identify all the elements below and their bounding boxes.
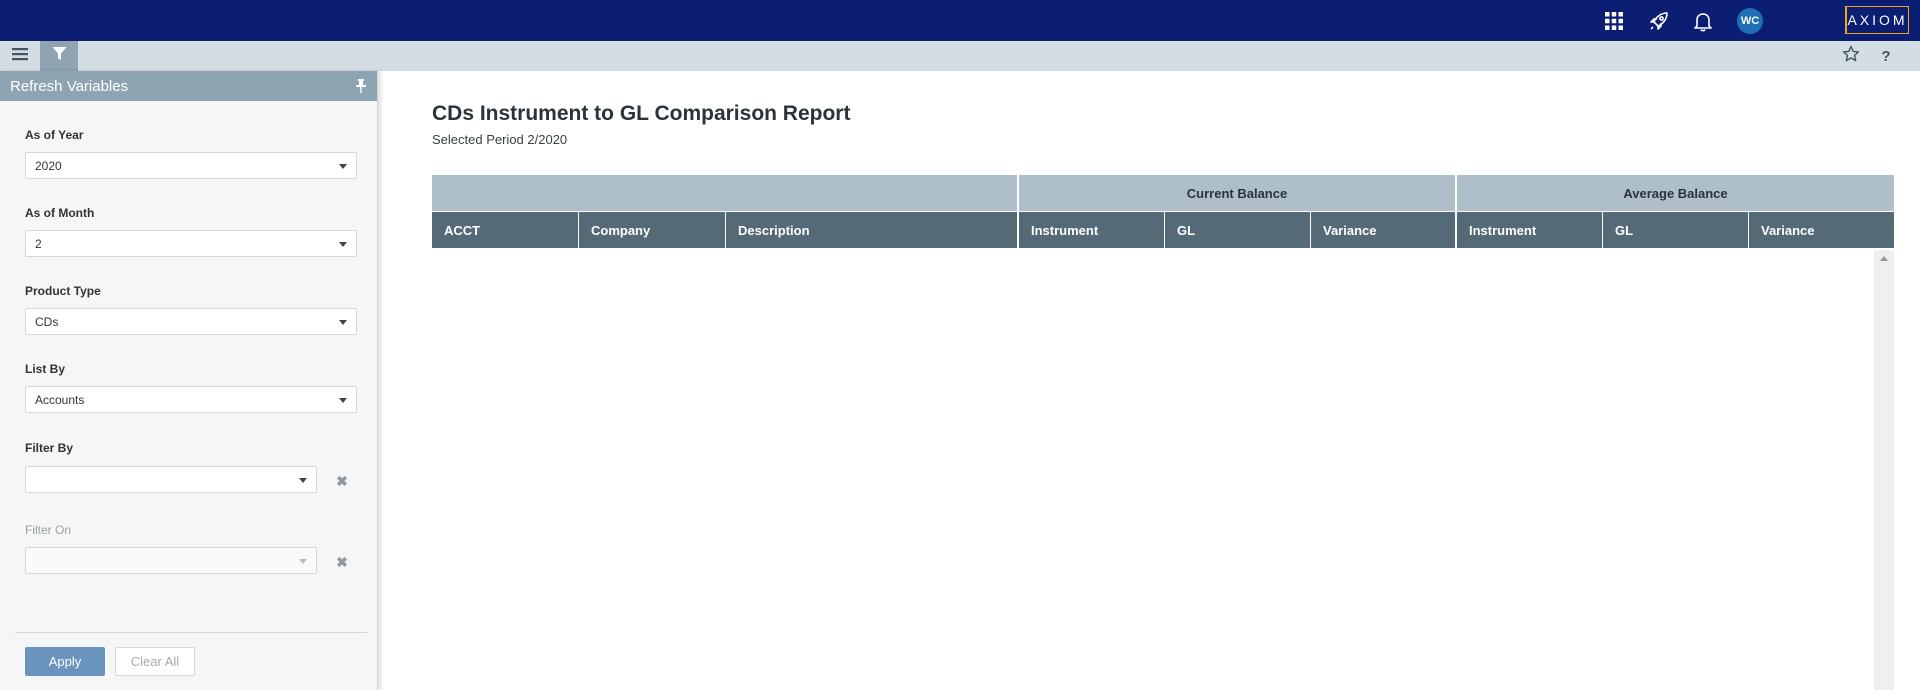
column-header-acct[interactable]: ACCT (432, 212, 578, 248)
product-type-label: Product Type (25, 284, 101, 298)
as-of-month-select[interactable]: 2 (25, 230, 357, 257)
clear-filter-on-icon[interactable]: ✖ (335, 554, 349, 570)
group-header-current-balance: Current Balance (1019, 175, 1455, 211)
chevron-down-icon (299, 559, 307, 564)
menu-icon (12, 47, 28, 66)
clear-filter-by-icon[interactable]: ✖ (335, 473, 349, 489)
filter-on-select[interactable] (25, 547, 317, 574)
panel-header: Refresh Variables (0, 71, 377, 101)
product-type-select[interactable]: CDs (25, 308, 357, 335)
as-of-year-label: As of Year (25, 128, 84, 142)
chevron-down-icon (339, 320, 347, 325)
top-bar: WC AXIOM (0, 0, 1920, 41)
filter-icon (52, 46, 67, 66)
list-by-label: List By (25, 362, 66, 376)
toolbar: ? (0, 41, 1920, 71)
group-header-average-balance: Average Balance (1457, 175, 1894, 211)
apply-button[interactable]: Apply (25, 647, 105, 676)
product-type-value: CDs (35, 314, 59, 329)
filter-on-label: Filter On (25, 523, 72, 537)
list-by-select[interactable]: Accounts (25, 386, 357, 413)
filter-by-label: Filter By (25, 441, 74, 455)
chevron-down-icon (339, 164, 347, 169)
clear-all-button[interactable]: Clear All (115, 647, 195, 676)
panel-divider (15, 632, 367, 633)
filter-by-select[interactable] (25, 466, 317, 493)
chevron-down-icon (339, 398, 347, 403)
as-of-year-select[interactable]: 2020 (25, 152, 357, 179)
chevron-down-icon (299, 478, 307, 483)
as-of-month-label: As of Month (25, 206, 95, 220)
column-header-company[interactable]: Company (579, 212, 725, 248)
column-header-description[interactable]: Description (726, 212, 1017, 248)
table-vertical-scrollbar[interactable] (1874, 250, 1894, 690)
menu-button[interactable] (1, 41, 39, 71)
report-title: CDs Instrument to GL Comparison Report (432, 102, 851, 125)
bell-icon[interactable] (1690, 8, 1716, 34)
pin-icon[interactable] (355, 79, 367, 97)
column-header-average-gl[interactable]: GL (1603, 212, 1748, 248)
scroll-up-icon[interactable] (1880, 256, 1888, 261)
column-header-current-instrument[interactable]: Instrument (1019, 212, 1164, 248)
column-header-current-variance[interactable]: Variance (1311, 212, 1455, 248)
user-avatar[interactable]: WC (1737, 8, 1763, 34)
help-button[interactable]: ? (1867, 41, 1905, 71)
axiom-logo: AXIOM (1845, 6, 1909, 34)
column-header-average-instrument[interactable]: Instrument (1457, 212, 1602, 248)
apps-grid-icon[interactable] (1601, 8, 1627, 34)
help-icon: ? (1881, 47, 1891, 65)
report-subtitle: Selected Period 2/2020 (432, 132, 568, 147)
panel-title: Refresh Variables (10, 77, 129, 95)
group-header-blank (432, 175, 1017, 211)
filter-button[interactable] (40, 41, 78, 71)
as-of-month-value: 2 (35, 236, 42, 251)
rocket-icon[interactable] (1646, 8, 1672, 34)
column-header-current-gl[interactable]: GL (1165, 212, 1310, 248)
as-of-year-value: 2020 (35, 158, 62, 173)
star-icon (1842, 45, 1860, 68)
list-by-value: Accounts (35, 392, 85, 407)
chevron-down-icon (339, 242, 347, 247)
column-header-average-variance[interactable]: Variance (1749, 212, 1894, 248)
favorite-button[interactable] (1832, 41, 1870, 71)
